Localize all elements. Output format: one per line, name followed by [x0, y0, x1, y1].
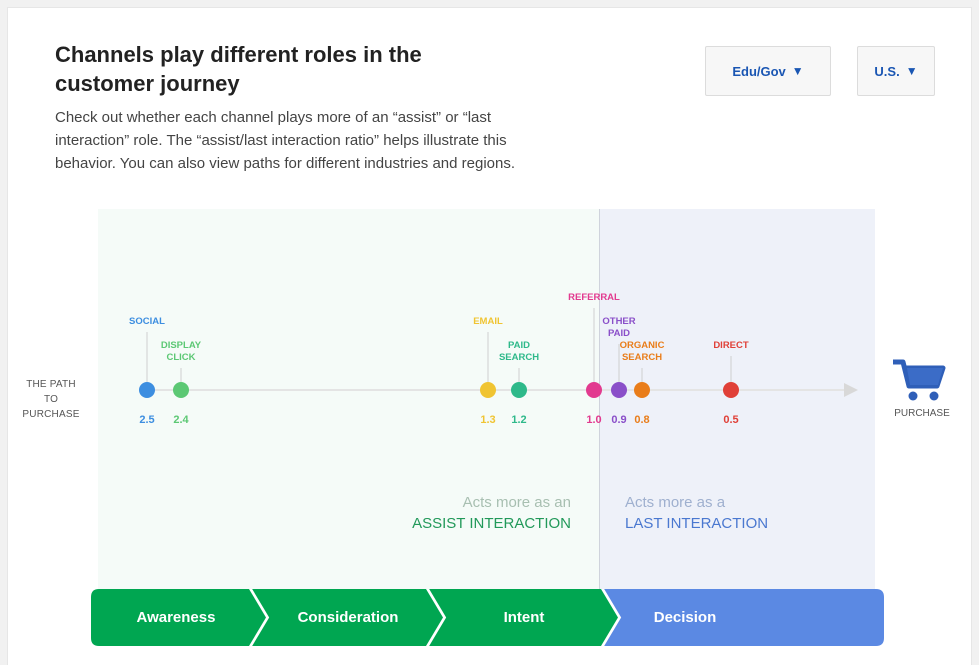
last-note-line1: Acts more as a [625, 494, 726, 511]
channel-label-display-click: DISPLAY CLICK [160, 340, 202, 363]
page-description: Check out whether each channel plays mor… [55, 109, 516, 172]
assist-note-line1: Acts more as an [462, 494, 571, 511]
channel-label-paid-search: PAID SEARCH [498, 340, 540, 363]
stage-consideration[interactable]: Consideration [259, 589, 437, 646]
channel-ratio-organic-search: 0.8 [634, 414, 650, 426]
channel-dot-social[interactable] [139, 382, 155, 398]
channel-dot-direct[interactable] [723, 382, 739, 398]
channel-dot-organic-search[interactable] [634, 382, 650, 398]
journey-card: Channels play different roles in the cus… [8, 8, 971, 665]
assist-zone-note: Acts more as an ASSIST INTERACTION [311, 492, 571, 534]
assist-note-line2: ASSIST INTERACTION [412, 515, 571, 532]
path-arrow-icon [844, 383, 858, 397]
stage-awareness[interactable]: Awareness [91, 589, 261, 646]
channel-ratio-direct: 0.5 [723, 414, 739, 426]
channel-dot-display-click[interactable] [173, 382, 189, 398]
industry-dropdown[interactable]: Edu/Gov ▼ [705, 46, 831, 96]
last-note-line2: LAST INTERACTION [625, 515, 769, 532]
channel-ratio-display-click: 2.4 [173, 414, 189, 426]
triangle-down-icon: ▼ [791, 64, 804, 78]
channel-label-social: SOCIAL [129, 316, 165, 327]
region-dropdown[interactable]: U.S. ▼ [857, 46, 935, 96]
stage-decision[interactable]: Decision [611, 589, 759, 646]
journey-stages: Awareness Consideration Intent Decision [91, 589, 884, 646]
industry-dropdown-label: Edu/Gov [732, 63, 786, 79]
channel-label-other-paid: OTHER PAID [602, 316, 636, 339]
channel-dot-paid-search[interactable] [511, 382, 527, 398]
path-start-label: THE PATH TO PURCHASE [22, 379, 80, 420]
channel-dot-referral[interactable] [586, 382, 602, 398]
zone-divider [599, 209, 600, 589]
channel-ratio-paid-search: 1.2 [511, 414, 527, 426]
region-dropdown-label: U.S. [874, 63, 900, 79]
purchase-label: PURCHASE [894, 408, 950, 419]
shopping-cart-icon [893, 359, 946, 401]
channel-dot-email[interactable] [480, 382, 496, 398]
channel-label-direct: DIRECT [713, 340, 749, 351]
channel-label-organic-search: ORGANIC SEARCH [619, 340, 665, 363]
stage-intent[interactable]: Intent [436, 589, 612, 646]
channel-label-referral: REFERRAL [568, 292, 620, 303]
channel-dot-other-paid[interactable] [611, 382, 627, 398]
last-zone-note: Acts more as a LAST INTERACTION [625, 492, 885, 534]
channel-label-email: EMAIL [473, 316, 503, 327]
page-title: Channels play different roles in the cus… [55, 42, 422, 96]
triangle-down-icon: ▼ [905, 64, 918, 78]
